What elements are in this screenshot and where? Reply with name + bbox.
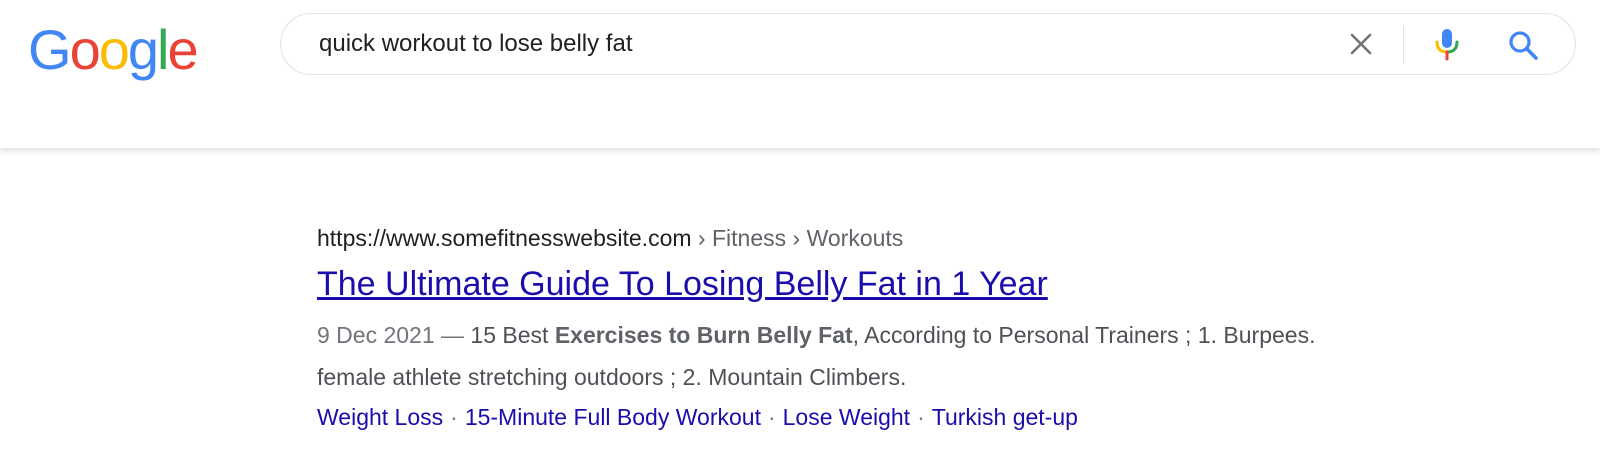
result-breadcrumb[interactable]: https://www.somefitnesswebsite.com › Fit… bbox=[317, 222, 1377, 254]
google-logo[interactable]: Google bbox=[28, 10, 199, 90]
logo-letter: o bbox=[69, 18, 101, 81]
close-icon bbox=[1350, 33, 1372, 55]
sitelink[interactable]: 15-Minute Full Body Workout bbox=[465, 404, 761, 430]
search-button[interactable] bbox=[1506, 28, 1540, 62]
logo-letter: o bbox=[98, 18, 130, 81]
breadcrumb-separator: › bbox=[792, 225, 801, 251]
result-url[interactable]: https://www.somefitnesswebsite.com bbox=[317, 225, 692, 251]
logo-letter: g bbox=[127, 18, 159, 81]
sitelink[interactable]: Weight Loss bbox=[317, 404, 443, 430]
breadcrumb-item: Fitness bbox=[711, 225, 787, 251]
search-divider bbox=[1403, 26, 1404, 64]
result-title-link[interactable]: The Ultimate Guide To Losing Belly Fat i… bbox=[317, 264, 1377, 304]
breadcrumb-item: Workouts bbox=[806, 225, 904, 251]
sitelinks: Weight Loss · 15-Minute Full Body Workout ·… bbox=[317, 398, 1377, 436]
search-box[interactable]: quick workout to lose belly fat bbox=[280, 13, 1576, 75]
voice-search-button[interactable] bbox=[1431, 27, 1463, 61]
snippet-dash: — bbox=[434, 322, 471, 348]
snippet-date: 9 Dec 2021 bbox=[317, 322, 435, 348]
logo-letter: G bbox=[28, 18, 72, 81]
sitelink[interactable]: Lose Weight bbox=[783, 404, 910, 430]
snippet-bold-text: Exercises to Burn Belly Fat bbox=[554, 322, 853, 348]
search-input[interactable]: quick workout to lose belly fat bbox=[319, 14, 633, 74]
microphone-icon bbox=[1435, 29, 1459, 61]
sitelink-separator: · bbox=[917, 404, 925, 430]
header-bar: Google quick workout to lose belly fat bbox=[0, 0, 1600, 149]
logo-letter: l bbox=[157, 18, 170, 81]
logo-letter: e bbox=[167, 18, 198, 81]
result-snippet: 9 Dec 2021 — 15 Best Exercises to Burn B… bbox=[317, 314, 1377, 398]
snippet-text: 15 Best bbox=[470, 322, 555, 348]
breadcrumb-separator: › bbox=[697, 225, 706, 251]
sitelink[interactable]: Turkish get-up bbox=[932, 404, 1078, 430]
search-icon bbox=[1509, 31, 1538, 60]
search-result: https://www.somefitnesswebsite.com › Fit… bbox=[317, 222, 1377, 436]
sitelink-separator: · bbox=[767, 404, 776, 430]
sitelink-separator: · bbox=[450, 404, 458, 430]
clear-button[interactable] bbox=[1346, 29, 1376, 59]
